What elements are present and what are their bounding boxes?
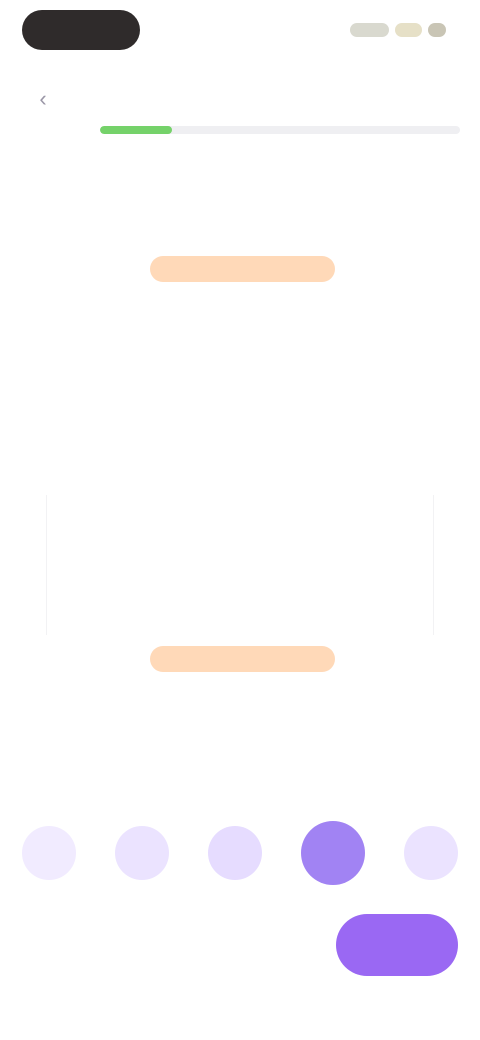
- top-highlight: [150, 256, 335, 282]
- status-icons: [350, 20, 446, 40]
- battery-icon: [428, 23, 446, 37]
- footer: [20, 910, 458, 980]
- progress-bar: [100, 126, 460, 134]
- chevron-left-icon[interactable]: ‹: [30, 86, 56, 112]
- rating-option-1[interactable]: [22, 826, 76, 880]
- dynamic-island: [22, 10, 140, 50]
- progress-fill: [100, 126, 172, 134]
- rating-option-4[interactable]: [301, 821, 365, 885]
- rating-option-3[interactable]: [208, 826, 262, 880]
- rating-option-2[interactable]: [115, 826, 169, 880]
- signal-icon: [350, 23, 390, 37]
- rating-options: [22, 820, 458, 886]
- rating-option-5[interactable]: [404, 826, 458, 880]
- top-bar: ‹: [30, 84, 450, 114]
- answer-area: [46, 495, 434, 635]
- continue-button[interactable]: [336, 914, 458, 976]
- wifi-icon: [395, 23, 423, 37]
- bottom-highlight: [150, 646, 335, 672]
